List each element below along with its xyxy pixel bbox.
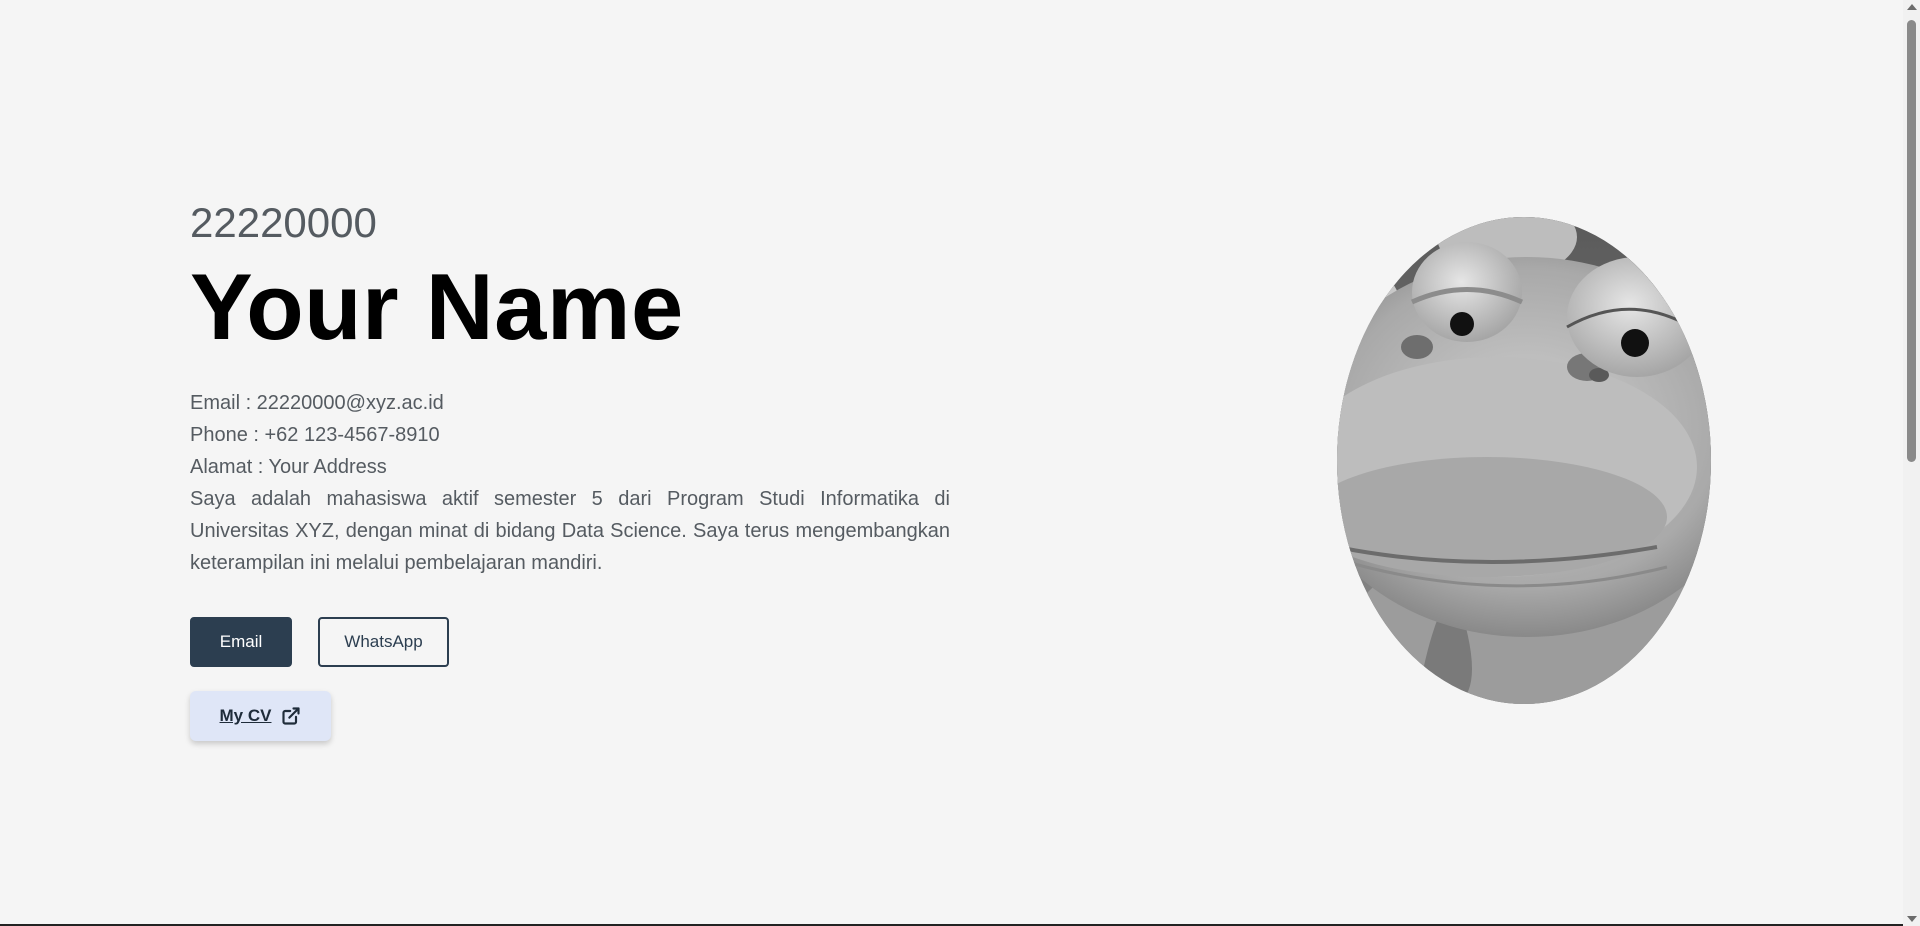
profile-photo [1337, 217, 1711, 704]
student-id: 22220000 [190, 199, 377, 246]
email-line: Email : 22220000@xyz.ac.id [190, 391, 444, 414]
address-line: Alamat : Your Address [190, 455, 387, 478]
external-link-icon [281, 706, 301, 726]
phone-line: Phone : +62 123-4567-8910 [190, 423, 440, 446]
page: 22220000 Your Name Email : 22220000@xyz.… [0, 0, 1920, 926]
whatsapp-button[interactable]: WhatsApp [318, 616, 449, 667]
contact-buttons: Email WhatsApp [190, 616, 950, 667]
my-cv-button[interactable]: My CV [190, 690, 331, 741]
scroll-down-icon[interactable] [1907, 916, 1917, 922]
bio-text: Saya adalah mahasiswa aktif semester 5 d… [190, 487, 950, 574]
hero-section: 22220000 Your Name Email : 22220000@xyz.… [190, 199, 950, 741]
scroll-thumb[interactable] [1907, 20, 1916, 462]
my-cv-label: My CV [219, 705, 272, 725]
scroll-up-icon[interactable] [1907, 4, 1917, 10]
email-button[interactable]: Email [190, 616, 292, 667]
contact-info: Email : 22220000@xyz.ac.id Phone : +62 1… [190, 387, 950, 579]
page-title: Your Name [190, 254, 684, 360]
vertical-scrollbar[interactable] [1903, 0, 1920, 926]
